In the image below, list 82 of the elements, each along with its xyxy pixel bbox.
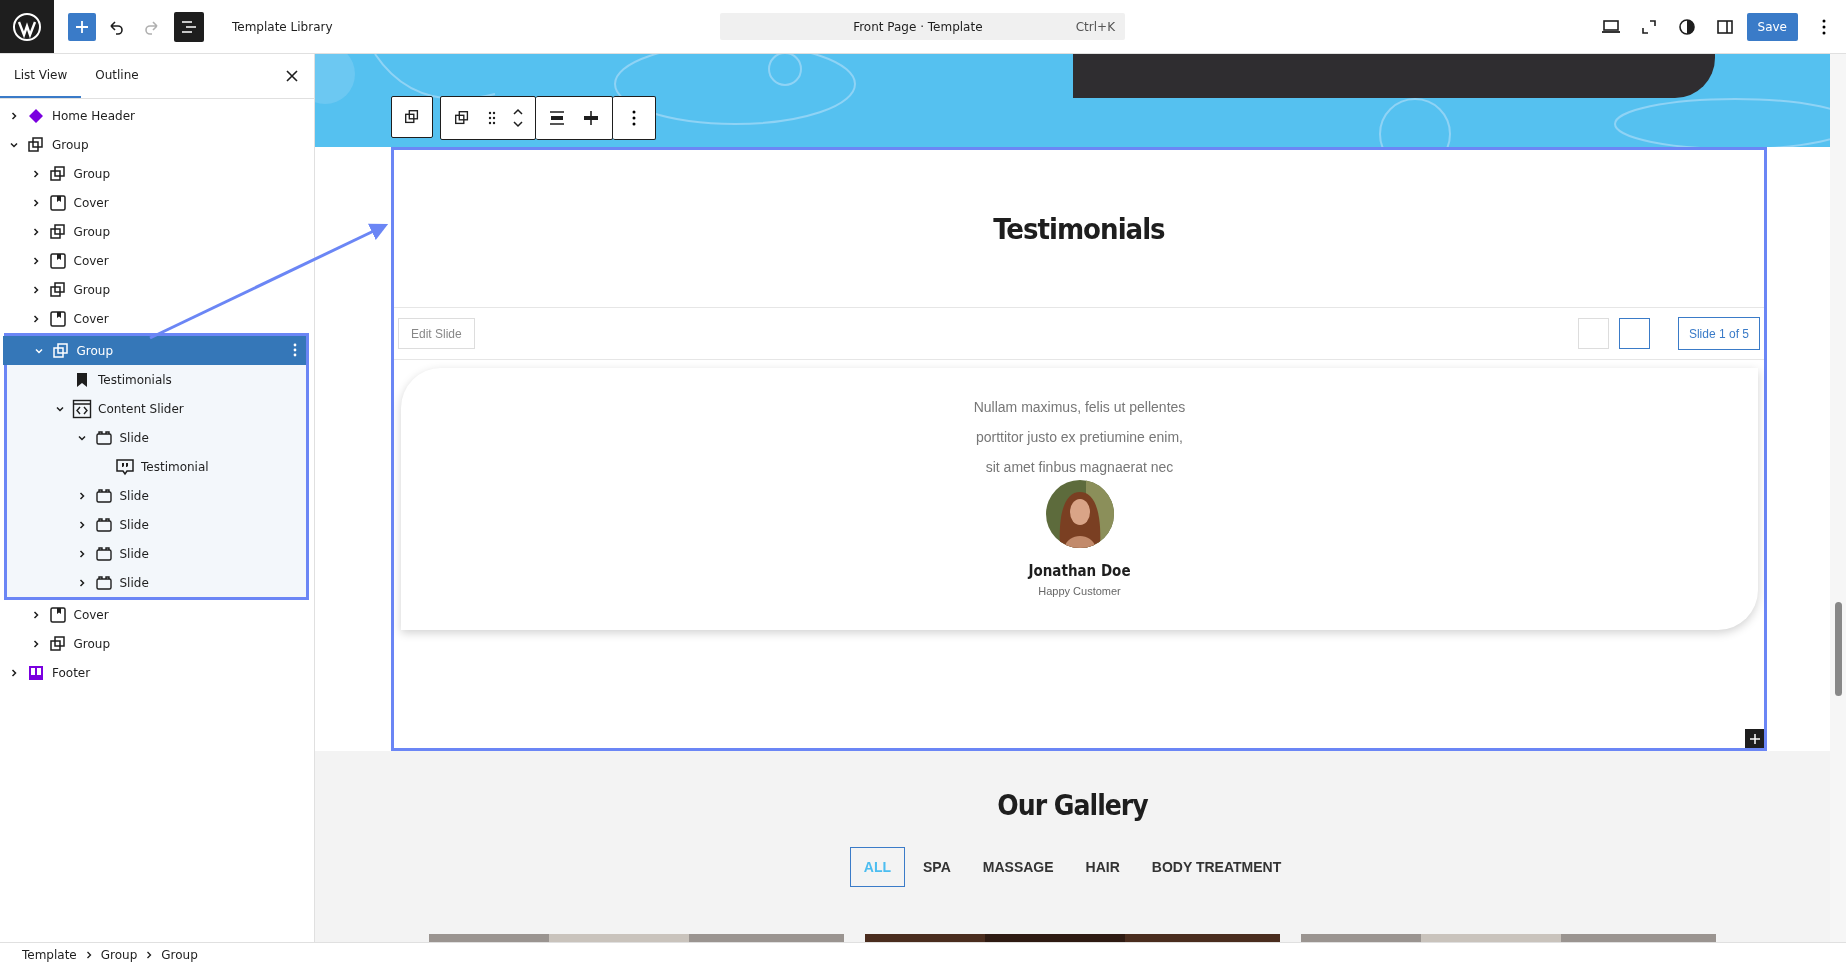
command-label: Front Page · Template: [852, 19, 984, 34]
filter-tab[interactable]: MASSAGE: [968, 847, 1068, 887]
block-type-button[interactable]: [391, 96, 433, 138]
code-window-icon: [72, 398, 92, 419]
list-view-button[interactable]: [174, 11, 204, 42]
overlapping-squares-icon: [47, 163, 68, 184]
list-view-item[interactable]: Content Slider: [3, 394, 306, 423]
slide-counter: Slide 1 of 5: [1677, 317, 1760, 350]
scrollbar[interactable]: [1830, 54, 1846, 942]
list-view-item[interactable]: Footer: [0, 658, 314, 687]
overlapping-squares-icon: [403, 108, 421, 126]
list-view-item[interactable]: Testimonials: [3, 365, 306, 394]
breadcrumb-link[interactable]: Group: [100, 947, 138, 962]
add-block-button[interactable]: [1745, 729, 1764, 748]
overlapping-squares-icon: [453, 109, 471, 127]
filter-tab[interactable]: HAIR: [1071, 847, 1134, 887]
list-view-item[interactable]: Cover: [0, 188, 314, 217]
add-block-button[interactable]: [68, 12, 96, 41]
chevron-right-icon[interactable]: [9, 110, 19, 121]
page-title: Template Library: [232, 19, 333, 34]
filter-tab[interactable]: BODY TREATMENT: [1137, 847, 1296, 887]
overlapping-squares-icon: [47, 221, 68, 242]
next-slide-button[interactable]: [1618, 318, 1650, 349]
drag-handle-icon: [488, 111, 496, 125]
list-view-item[interactable]: Slide: [3, 539, 306, 568]
expand-icon: [1639, 17, 1658, 36]
bookmark-square-icon: [47, 604, 68, 625]
sidebar-icon: [1715, 17, 1734, 36]
shortcut-hint: Ctrl+K: [1075, 19, 1115, 34]
list-view-item[interactable]: Slide: [3, 568, 306, 597]
list-view-item[interactable]: Slide: [3, 510, 306, 539]
justify-icon: [548, 109, 566, 127]
gallery-heading: Our Gallery: [997, 789, 1148, 822]
person-name: Jonathan Doe: [1028, 562, 1131, 580]
speech-bubble-icon: [115, 456, 135, 477]
laptop-icon: [1600, 17, 1621, 36]
list-view-item[interactable]: Group: [0, 159, 314, 188]
list-view-item[interactable]: Cover: [0, 304, 314, 333]
chevron-right-icon[interactable]: [9, 667, 19, 678]
sidebar-tab[interactable]: Outline: [81, 54, 153, 98]
bookmark-square-icon: [47, 192, 68, 213]
command-bar[interactable]: Front Page · Template Ctrl+K: [720, 13, 1125, 40]
overlapping-squares-icon: [26, 134, 46, 155]
section-heading: Testimonials: [992, 210, 1166, 248]
overlapping-squares-icon: [47, 279, 68, 300]
list-view-item[interactable]: Group: [0, 275, 314, 304]
chevron-right-icon: [84, 949, 93, 960]
chevron-right-icon: [145, 949, 154, 960]
list-view-item[interactable]: Slide: [3, 423, 306, 452]
kebab-menu-icon: [632, 110, 636, 126]
overlapping-squares-icon: [47, 633, 68, 654]
overlapping-squares-icon: [50, 340, 71, 361]
bookmark-square-icon: [47, 308, 68, 329]
kebab-menu-icon: [1822, 18, 1826, 35]
kebab-menu-icon[interactable]: [293, 343, 297, 357]
breadcrumb-link[interactable]: Group: [161, 947, 198, 962]
testimonial-quote: Nullam maximus, felis ut pellentes porttitor justo ex pretiumine enim, sit amet finbus magnaerat nec: [973, 398, 1186, 477]
plus-icon: [1748, 732, 1761, 745]
person-role: Happy Customer: [1038, 585, 1121, 597]
list-view-item[interactable]: Group: [3, 336, 306, 365]
wordpress-logo[interactable]: [0, 0, 54, 53]
wordpress-logo-icon: [12, 11, 42, 42]
plus-icon: [74, 18, 90, 35]
sidebar-tab[interactable]: List View: [0, 54, 82, 98]
list-view-item[interactable]: Slide: [3, 481, 306, 510]
center-align-icon: [582, 109, 600, 127]
list-view-item[interactable]: Group: [0, 217, 314, 246]
close-icon: [285, 69, 299, 83]
up-down-chevrons-icon: [512, 107, 524, 129]
breadcrumb-link[interactable]: Template: [22, 947, 77, 962]
save-button[interactable]: Save: [1746, 12, 1798, 41]
edit-slide-button[interactable]: Edit Slide: [398, 318, 475, 349]
filter-tab[interactable]: SPA: [909, 847, 965, 887]
list-view-item[interactable]: Home Header: [0, 101, 314, 130]
list-view-item[interactable]: Cover: [0, 246, 314, 275]
selected-block[interactable]: Testimonials Edit Slide Slide 1 of 5 Nullam maximus, felis ut pellentes porttitor justo ex pretiumine enim, sit amet finbus magnaerat nec Jonathan Doe Happy Customer: [391, 147, 1767, 751]
list-view-item[interactable]: Cover: [0, 600, 314, 629]
bookmark-square-icon: [47, 250, 68, 271]
contrast-icon: [1677, 17, 1696, 36]
list-view-item[interactable]: Group: [0, 130, 314, 159]
list-view-item[interactable]: Testimonial: [3, 452, 306, 481]
list-view-item[interactable]: Group: [0, 629, 314, 658]
